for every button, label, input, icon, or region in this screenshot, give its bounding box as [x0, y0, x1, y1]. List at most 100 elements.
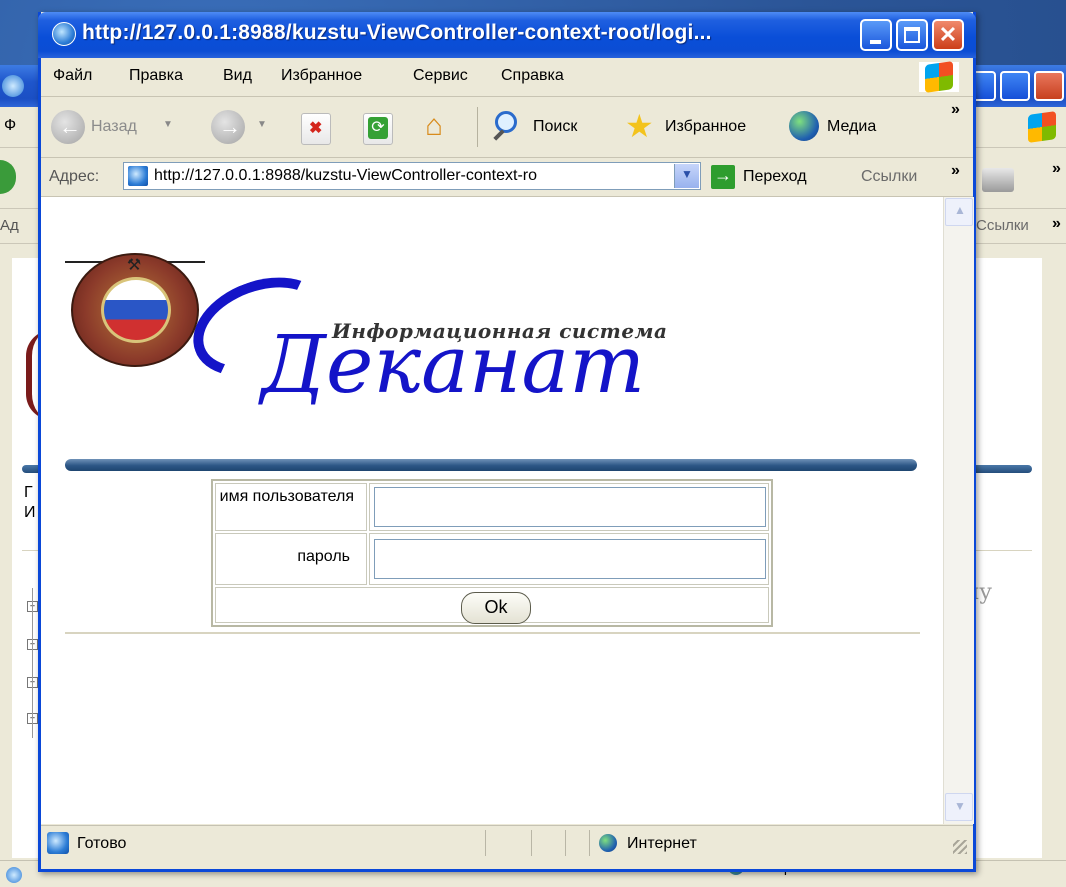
submit-cell: Ok: [215, 587, 769, 624]
menu-tools[interactable]: Сервис: [413, 67, 468, 85]
refresh-button[interactable]: ⟳: [363, 113, 393, 145]
forward-dropdown-icon[interactable]: ▼: [257, 119, 267, 130]
stop-icon: ✖: [309, 120, 323, 137]
background-status-icon: [6, 867, 22, 883]
toolbar-chevron[interactable]: »: [951, 101, 960, 119]
menu-favorites[interactable]: Избранное: [281, 67, 362, 85]
seal-inner: [101, 277, 171, 343]
background-text-line-2: И: [24, 504, 36, 521]
search-button[interactable]: Поиск: [493, 109, 605, 145]
username-label-cell: имя пользователя: [215, 483, 367, 531]
back-button[interactable]: ←: [51, 110, 85, 144]
windows-logo-area: [919, 61, 959, 93]
university-seal-logo: ⚒: [65, 239, 205, 367]
background-windows-flag-icon: [1028, 111, 1056, 143]
star-icon: ★: [625, 108, 654, 144]
stop-button[interactable]: ✖: [301, 113, 331, 145]
favorites-label: Избранное: [665, 118, 747, 135]
username-label: имя пользователя: [219, 488, 354, 505]
username-input-cell: [369, 483, 769, 531]
search-icon: [495, 111, 517, 133]
background-toolbar-chevron[interactable]: »: [1052, 160, 1061, 178]
status-separator: [565, 830, 566, 856]
page-icon: [128, 166, 148, 186]
username-input[interactable]: [374, 487, 766, 527]
page-content: ⚒ Информационная система Деканат имя пол…: [41, 197, 974, 824]
maximize-icon: [898, 21, 926, 49]
status-text: Готово: [77, 835, 127, 852]
go-label[interactable]: Переход: [743, 168, 807, 186]
chevron-down-icon: ▼: [681, 167, 693, 181]
background-links-label[interactable]: Ссылки: [976, 217, 1029, 234]
window-title: http://127.0.0.1:8988/kuzstu-ViewControl…: [82, 21, 712, 44]
zone-text: Интернет: [627, 835, 697, 852]
status-separator: [485, 830, 486, 856]
background-address-partial: Ад: [0, 217, 19, 234]
go-arrow-icon: →: [714, 165, 732, 185]
home-icon: ⌂: [425, 109, 444, 142]
password-label: пароль: [297, 548, 350, 565]
maximize-button[interactable]: [896, 19, 928, 51]
internet-zone-icon: [599, 834, 617, 852]
windows-flag-icon: [925, 61, 953, 93]
background-links-chevron[interactable]: »: [1052, 215, 1061, 233]
password-input[interactable]: [374, 539, 766, 579]
address-dropdown-button[interactable]: ▼: [674, 164, 699, 188]
toolbar-separator: [477, 107, 478, 147]
header-stripe: [65, 459, 917, 471]
ok-button[interactable]: Ok: [461, 592, 531, 624]
address-label: Адрес:: [49, 168, 100, 185]
search-icon-handle: [493, 129, 505, 141]
background-menu-partial: Ф: [4, 117, 17, 134]
status-bar: Готово Интернет: [41, 825, 973, 860]
menu-help[interactable]: Справка: [501, 67, 564, 85]
media-globe-icon: [789, 111, 819, 141]
background-printer-icon: [982, 168, 1014, 192]
close-button[interactable]: ✕: [932, 19, 964, 51]
arrow-left-icon: ←: [59, 114, 81, 139]
vertical-scrollbar[interactable]: ▲ ▼: [943, 197, 974, 824]
background-maximize-button[interactable]: [1000, 71, 1030, 101]
links-chevron[interactable]: »: [951, 162, 960, 180]
close-icon: ✕: [938, 22, 958, 47]
media-button[interactable]: Медиа: [789, 109, 919, 145]
favorites-button[interactable]: ★ Избранное: [625, 109, 775, 145]
menu-bar: Файл Правка Вид Избранное Сервис Справка: [41, 58, 973, 97]
background-window-icon: [2, 75, 24, 97]
background-back-icon: [0, 160, 16, 194]
password-input-cell: [369, 533, 769, 585]
menu-edit[interactable]: Правка: [129, 67, 183, 85]
password-label-cell: пароль: [215, 533, 367, 585]
chevron-up-icon: ▲: [954, 203, 966, 217]
search-label: Поиск: [533, 118, 578, 135]
forward-button[interactable]: →: [211, 110, 245, 144]
seal-hammers-icon: ⚒: [126, 257, 142, 274]
menu-file[interactable]: Файл: [53, 67, 92, 85]
standard-toolbar: ← Назад ▼ → ▼ ✖ ⟳ ⌂ Поиск ★ Избранное Ме…: [41, 97, 973, 158]
login-form: имя пользователя пароль Ok: [211, 479, 773, 627]
logo-title: Деканат: [261, 318, 646, 411]
menu-view[interactable]: Вид: [223, 67, 252, 85]
address-field[interactable]: http://127.0.0.1:8988/kuzstu-ViewControl…: [123, 162, 701, 190]
home-button[interactable]: ⌂: [423, 109, 459, 145]
chevron-down-icon: ▼: [954, 799, 966, 813]
background-close-button[interactable]: [1034, 71, 1064, 101]
links-label[interactable]: Ссылки: [861, 168, 917, 186]
back-dropdown-icon[interactable]: ▼: [163, 119, 173, 130]
status-page-icon: [47, 832, 69, 854]
title-bar[interactable]: http://127.0.0.1:8988/kuzstu-ViewControl…: [38, 12, 976, 58]
minimize-icon: [862, 21, 890, 49]
back-label[interactable]: Назад: [91, 118, 137, 136]
scroll-down-button[interactable]: ▼: [945, 793, 973, 821]
minimize-button[interactable]: [860, 19, 892, 51]
scroll-up-button[interactable]: ▲: [945, 198, 973, 226]
resize-grip-icon[interactable]: [953, 840, 967, 854]
media-label: Медиа: [827, 118, 877, 135]
background-text-line-1: Г: [24, 484, 33, 501]
arrow-right-icon: →: [219, 114, 241, 139]
content-divider: [65, 632, 920, 634]
address-url[interactable]: http://127.0.0.1:8988/kuzstu-ViewControl…: [154, 167, 674, 185]
go-button[interactable]: →: [711, 165, 735, 189]
address-bar: Адрес: http://127.0.0.1:8988/kuzstu-View…: [41, 158, 973, 197]
refresh-icon: ⟳: [368, 117, 388, 139]
